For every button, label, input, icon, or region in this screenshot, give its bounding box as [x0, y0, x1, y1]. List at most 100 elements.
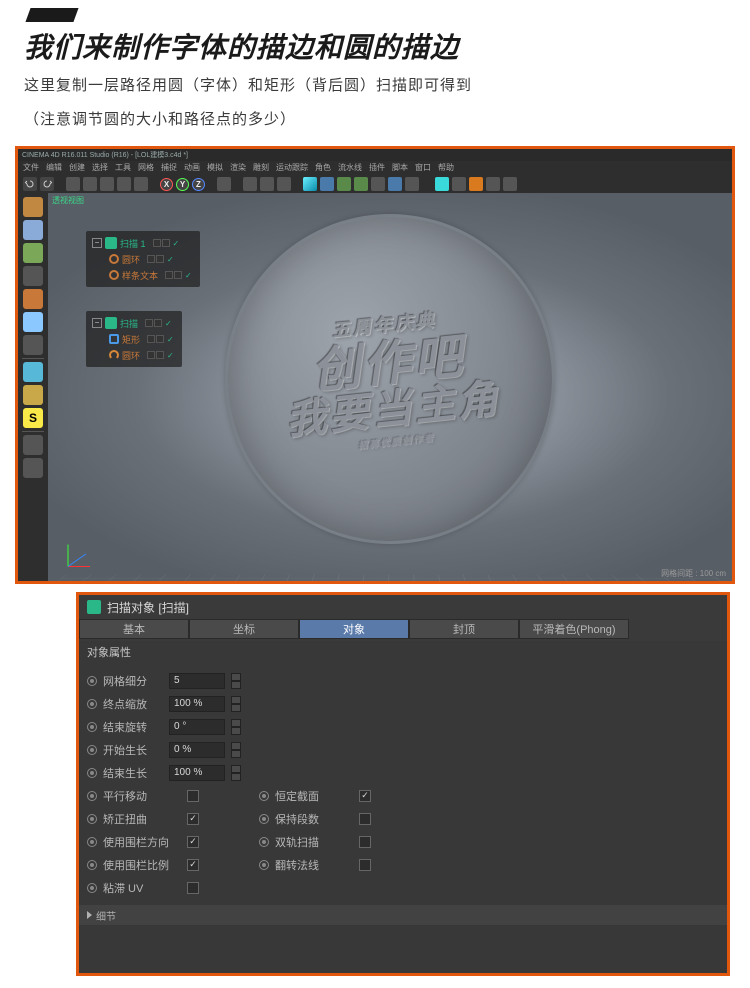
checkbox[interactable]: [187, 790, 199, 802]
menu-track[interactable]: 运动跟踪: [276, 162, 308, 174]
attr-value-input[interactable]: 100 %: [169, 765, 225, 781]
object-mode-icon[interactable]: [23, 266, 43, 286]
expand-icon[interactable]: −: [92, 238, 102, 248]
palette-icon-5[interactable]: [503, 177, 517, 191]
anim-dot-icon[interactable]: [259, 837, 269, 847]
workplane-icon[interactable]: [23, 385, 43, 405]
scale-tool-icon[interactable]: [100, 177, 114, 191]
render-settings-icon[interactable]: [277, 177, 291, 191]
anim-dot-icon[interactable]: [87, 814, 97, 824]
checkbox[interactable]: [359, 836, 371, 848]
tab-phong[interactable]: 平滑着色(Phong): [519, 619, 629, 639]
point-mode-icon[interactable]: [23, 289, 43, 309]
menu-mesh[interactable]: 网格: [138, 162, 154, 174]
tab-caps[interactable]: 封顶: [409, 619, 519, 639]
render-view-icon[interactable]: [243, 177, 257, 191]
axis-x-toggle[interactable]: X: [160, 178, 173, 191]
visibility-dots[interactable]: [147, 351, 164, 359]
spinner-icon[interactable]: [231, 742, 241, 758]
texture-mode-icon[interactable]: [23, 243, 43, 263]
tab-object[interactable]: 对象: [299, 619, 409, 639]
render-pict-icon[interactable]: [260, 177, 274, 191]
anim-dot-icon[interactable]: [259, 860, 269, 870]
viewport-3d[interactable]: 透视视图 五周年庆典 创作吧 我要当主角 招募优质创作者 − 扫描 1 ✓: [48, 193, 732, 581]
select-tool-icon[interactable]: [66, 177, 80, 191]
spinner-icon[interactable]: [231, 719, 241, 735]
poly-mode-icon[interactable]: [23, 335, 43, 355]
spinner-icon[interactable]: [231, 696, 241, 712]
attr-value-input[interactable]: 100 %: [169, 696, 225, 712]
axis-z-toggle[interactable]: Z: [192, 178, 205, 191]
spinner-icon[interactable]: [231, 673, 241, 689]
undo-icon[interactable]: [23, 177, 37, 191]
visibility-dots[interactable]: [145, 319, 162, 327]
anim-dot-icon[interactable]: [87, 791, 97, 801]
render-region-icon[interactable]: [23, 458, 43, 478]
attr-value-input[interactable]: 0 °: [169, 719, 225, 735]
visibility-dots[interactable]: [153, 239, 170, 247]
checkbox[interactable]: [359, 859, 371, 871]
details-section[interactable]: 细节: [79, 905, 727, 925]
checkbox[interactable]: ✓: [187, 859, 199, 871]
menu-snap[interactable]: 捕捉: [161, 162, 177, 174]
menu-render[interactable]: 渲染: [230, 162, 246, 174]
anim-dot-icon[interactable]: [87, 768, 97, 778]
menu-select[interactable]: 选择: [92, 162, 108, 174]
visibility-dots[interactable]: [165, 271, 182, 279]
menu-sculpt[interactable]: 雕刻: [253, 162, 269, 174]
menu-window[interactable]: 窗口: [415, 162, 431, 174]
hier-row-sweep2[interactable]: − 扫描 ✓: [92, 315, 176, 331]
hier-row-circle[interactable]: 圆环 ✓: [92, 251, 194, 267]
palette-icon-3[interactable]: [469, 177, 483, 191]
menu-script[interactable]: 脚本: [392, 162, 408, 174]
anim-dot-icon[interactable]: [87, 883, 97, 893]
snap-icon[interactable]: S: [23, 408, 43, 428]
deformer-icon[interactable]: [354, 177, 368, 191]
menu-char[interactable]: 角色: [315, 162, 331, 174]
anim-dot-icon[interactable]: [259, 791, 269, 801]
hier-row-rect[interactable]: 矩形 ✓: [92, 331, 176, 347]
hier-row-sweep1[interactable]: − 扫描 1 ✓: [92, 235, 194, 251]
anim-dot-icon[interactable]: [87, 745, 97, 755]
anim-dot-icon[interactable]: [87, 722, 97, 732]
light-icon[interactable]: [405, 177, 419, 191]
menu-anim[interactable]: 动画: [184, 162, 200, 174]
enable-check-icon[interactable]: ✓: [173, 239, 182, 248]
checkbox[interactable]: ✓: [359, 790, 371, 802]
anim-dot-icon[interactable]: [87, 676, 97, 686]
anim-dot-icon[interactable]: [87, 860, 97, 870]
menu-help[interactable]: 帮助: [438, 162, 454, 174]
spline-icon[interactable]: [320, 177, 334, 191]
spinner-icon[interactable]: [231, 765, 241, 781]
environment-icon[interactable]: [371, 177, 385, 191]
extra-tool-icon[interactable]: [134, 177, 148, 191]
viewport-solo-icon[interactable]: [23, 435, 43, 455]
axis-mode-icon[interactable]: [23, 362, 43, 382]
move-tool-icon[interactable]: [83, 177, 97, 191]
anim-dot-icon[interactable]: [259, 814, 269, 824]
anim-dot-icon[interactable]: [87, 699, 97, 709]
checkbox[interactable]: ✓: [187, 836, 199, 848]
menu-edit[interactable]: 编辑: [46, 162, 62, 174]
make-editable-icon[interactable]: [23, 197, 43, 217]
anim-dot-icon[interactable]: [87, 837, 97, 847]
tab-basic[interactable]: 基本: [79, 619, 189, 639]
menu-file[interactable]: 文件: [23, 162, 39, 174]
palette-icon-4[interactable]: [486, 177, 500, 191]
checkbox[interactable]: [187, 882, 199, 894]
menu-plugin[interactable]: 插件: [369, 162, 385, 174]
checkbox[interactable]: ✓: [187, 813, 199, 825]
axis-y-toggle[interactable]: Y: [176, 178, 189, 191]
enable-check-icon[interactable]: ✓: [185, 271, 194, 280]
checkbox[interactable]: [359, 813, 371, 825]
primitive-cube-icon[interactable]: [303, 177, 317, 191]
attr-value-input[interactable]: 0 %: [169, 742, 225, 758]
camera-icon[interactable]: [388, 177, 402, 191]
enable-check-icon[interactable]: ✓: [165, 319, 174, 328]
menu-tools[interactable]: 工具: [115, 162, 131, 174]
redo-icon[interactable]: [40, 177, 54, 191]
palette-icon-1[interactable]: [435, 177, 449, 191]
menu-pipe[interactable]: 流水线: [338, 162, 362, 174]
model-mode-icon[interactable]: [23, 220, 43, 240]
menu-create[interactable]: 创建: [69, 162, 85, 174]
